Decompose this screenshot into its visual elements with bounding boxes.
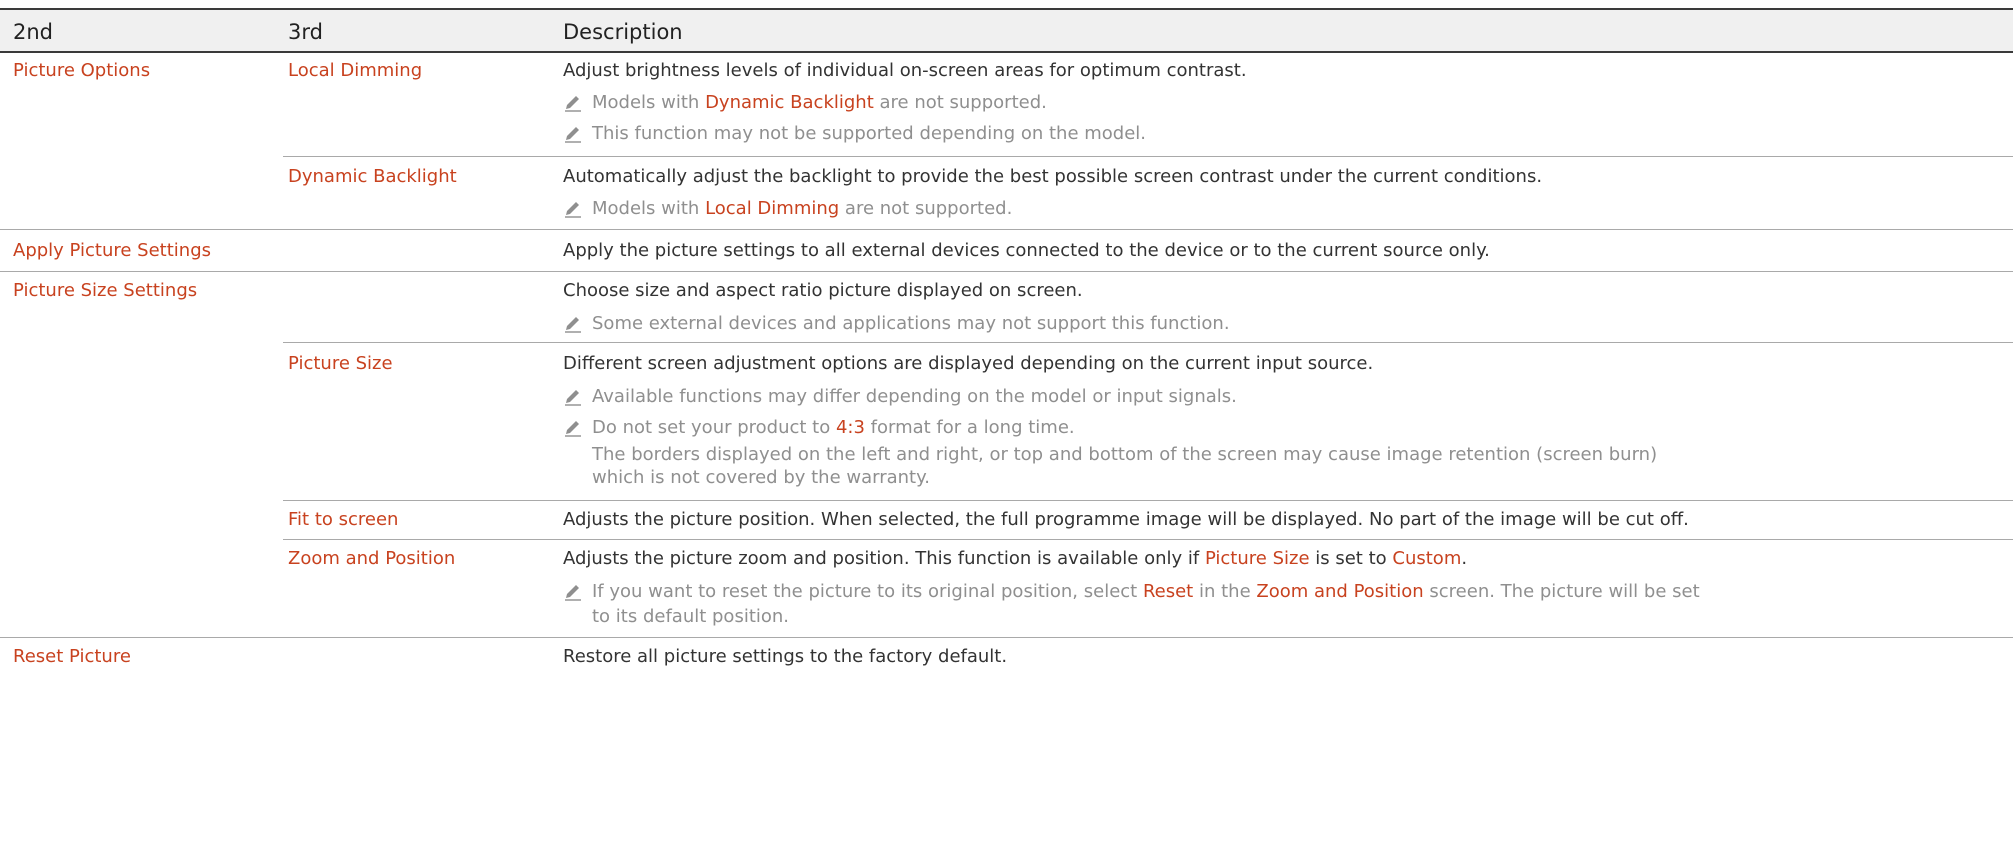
picture-size-note-2-cont: which is not covered by the warranty. xyxy=(592,467,930,488)
local-dimming-note-1: Models with Dynamic Backlight are not su… xyxy=(592,92,1047,113)
row-divider xyxy=(0,271,2013,272)
local-dimming-note-2: This function may not be supported depen… xyxy=(592,123,1147,144)
item-dynamic-backlight[interactable]: Dynamic Backlight xyxy=(288,166,457,187)
pencil-icon xyxy=(565,390,581,406)
item-picture-options[interactable]: Picture Options xyxy=(13,60,150,81)
header-3rd: 3rd xyxy=(288,20,323,44)
picture-size-note-2-cont: The borders displayed on the left and ri… xyxy=(592,444,1658,465)
pencil-icon xyxy=(565,421,581,437)
item-picture-size-settings[interactable]: Picture Size Settings xyxy=(13,280,197,301)
zoom-and-position-note-1: If you want to reset the picture to its … xyxy=(592,581,1700,602)
item-zoom-and-position[interactable]: Zoom and Position xyxy=(288,548,455,569)
zoom-and-position-description: Adjusts the picture zoom and position. T… xyxy=(563,548,1468,569)
header-description: Description xyxy=(563,20,683,44)
item-local-dimming[interactable]: Local Dimming xyxy=(288,60,422,81)
item-apply-picture-settings[interactable]: Apply Picture Settings xyxy=(13,240,211,261)
picture-size-settings-description: Choose size and aspect ratio picture dis… xyxy=(563,280,1083,301)
row-divider xyxy=(0,229,2013,230)
apply-picture-settings-description: Apply the picture settings to all extern… xyxy=(563,240,1490,261)
fit-to-screen-description: Adjusts the picture position. When selec… xyxy=(563,509,1689,530)
picture-size-note-2: Do not set your product to 4:3 format fo… xyxy=(592,417,1075,438)
item-picture-size[interactable]: Picture Size xyxy=(288,353,393,374)
pencil-icon xyxy=(565,585,581,601)
row-divider xyxy=(0,637,2013,638)
pencil-icon xyxy=(565,317,581,333)
pencil-icon xyxy=(565,202,581,218)
picture-size-settings-note-1: Some external devices and applications m… xyxy=(592,313,1230,334)
table-header: 2nd 3rd Description xyxy=(0,10,2013,53)
zoom-and-position-note-1-cont: to its default position. xyxy=(592,606,790,627)
pencil-icon xyxy=(565,96,581,112)
reset-picture-description: Restore all picture settings to the fact… xyxy=(563,646,1008,667)
header-2nd: 2nd xyxy=(13,20,54,44)
picture-size-note-1: Available functions may differ depending… xyxy=(592,386,1237,407)
item-fit-to-screen[interactable]: Fit to screen xyxy=(288,509,398,530)
dynamic-backlight-note-1: Models with Local Dimming are not suppor… xyxy=(592,198,1013,219)
pencil-icon xyxy=(565,127,581,143)
item-reset-picture[interactable]: Reset Picture xyxy=(13,646,131,667)
picture-size-description: Different screen adjustment options are … xyxy=(563,353,1374,374)
local-dimming-description: Adjust brightness levels of individual o… xyxy=(563,60,1247,81)
row-divider xyxy=(283,500,2013,501)
dynamic-backlight-description: Automatically adjust the backlight to pr… xyxy=(563,166,1543,187)
row-divider xyxy=(283,156,2013,157)
row-divider xyxy=(283,342,2013,343)
row-divider xyxy=(283,539,2013,540)
